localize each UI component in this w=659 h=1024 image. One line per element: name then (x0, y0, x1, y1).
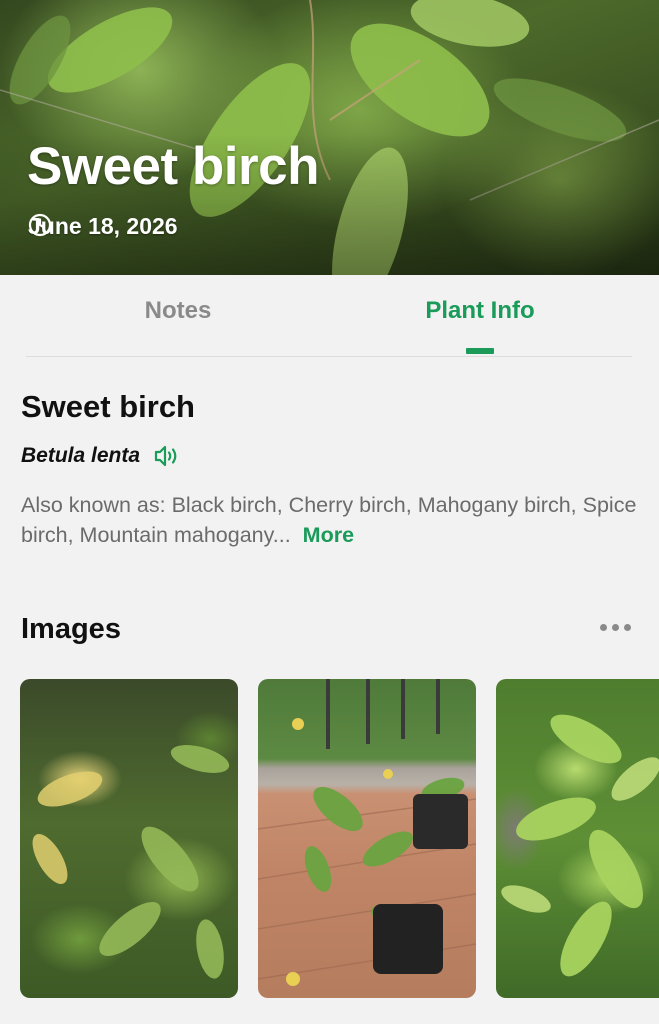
image-thumbnail-1[interactable] (20, 679, 238, 998)
image-thumbnail-2[interactable] (258, 679, 476, 998)
tab-bar: Notes Plant Info (0, 275, 659, 358)
thumbnail-leaves (32, 745, 230, 979)
hero-date-row: June 18, 2026 (28, 213, 178, 240)
thumbnail-birch-leaves (501, 714, 659, 977)
tab-plant-info[interactable]: Plant Info (302, 297, 658, 325)
hero-image: Sweet birch June 18, 2026 (0, 0, 659, 275)
plant-scientific-name: Betula lenta (21, 444, 141, 467)
tab-divider (26, 356, 632, 357)
also-known-as: Also known as: Black birch, Cherry birch… (21, 490, 641, 550)
speaker-icon[interactable] (154, 445, 180, 467)
more-link[interactable]: More (303, 523, 354, 547)
more-dots-icon[interactable] (600, 624, 631, 631)
thumbnail-deck-plants (258, 679, 476, 986)
scientific-name-row: Betula lenta (21, 444, 180, 468)
images-section-title: Images (21, 613, 121, 645)
active-tab-indicator (466, 348, 494, 354)
image-thumbnail-3[interactable] (496, 679, 659, 998)
hero-title: Sweet birch (27, 137, 319, 196)
plant-common-name: Sweet birch (21, 389, 195, 424)
clock-icon (28, 213, 52, 237)
